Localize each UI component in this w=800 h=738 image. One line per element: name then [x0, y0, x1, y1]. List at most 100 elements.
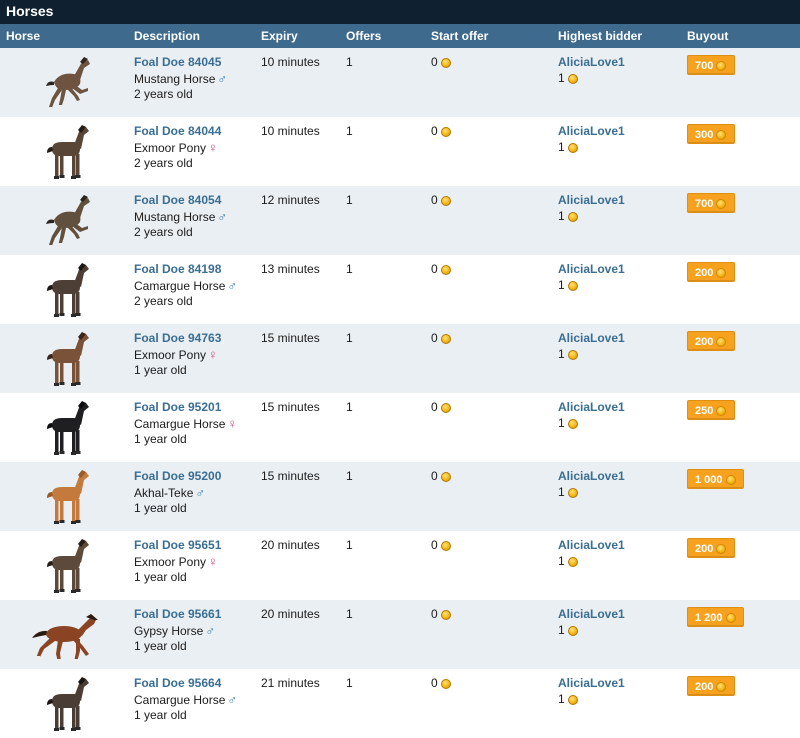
breed-label: Mustang Horse	[134, 71, 216, 86]
description-cell: Foal Doe 84198 Camargue Horse ♂ 2 years o…	[134, 262, 237, 310]
age-label: 1 year old	[134, 432, 187, 446]
horse-icon	[47, 539, 89, 593]
bidder-name-link[interactable]: AliciaLove1	[558, 469, 625, 483]
coin-icon	[567, 73, 578, 84]
horse-image[interactable]	[28, 190, 108, 252]
start-offer-cell: 0	[431, 55, 451, 69]
bid-amount: 1	[558, 553, 565, 568]
description-cell: Foal Doe 95200 Akhal-Teke ♂ 1 year old	[134, 469, 221, 517]
buyout-button[interactable]: 1 000	[687, 469, 744, 489]
start-offer-value: 0	[431, 331, 438, 345]
bidder-name-link[interactable]: AliciaLove1	[558, 55, 625, 69]
horse-name-link[interactable]: Foal Doe 95200	[134, 469, 221, 483]
highest-bidder-cell: AliciaLove1 1	[558, 262, 625, 293]
coin-icon	[440, 334, 451, 344]
horse-name-link[interactable]: Foal Doe 94763	[134, 331, 221, 345]
horse-name-link[interactable]: Foal Doe 95661	[134, 607, 221, 621]
horse-image[interactable]	[28, 673, 108, 735]
horse-name-link[interactable]: Foal Doe 95651	[134, 538, 221, 552]
highest-bidder-cell: AliciaLove1 1	[558, 124, 625, 155]
bid-amount: 1	[558, 70, 565, 85]
sex-icon: ♀	[208, 553, 218, 569]
buyout-button[interactable]: 200	[687, 331, 735, 351]
column-header-horse: Horse	[6, 29, 41, 43]
offers-count: 1	[346, 124, 353, 138]
bid-amount: 1	[558, 415, 565, 430]
horse-name-link[interactable]: Foal Doe 95201	[134, 400, 221, 414]
horse-name-link[interactable]: Foal Doe 84198	[134, 262, 221, 276]
coin-icon	[567, 142, 578, 153]
horse-name-link[interactable]: Foal Doe 84044	[134, 124, 221, 138]
buyout-button[interactable]: 200	[687, 262, 735, 282]
breed-label: Exmoor Pony	[134, 347, 207, 362]
buyout-price: 1 000	[695, 474, 723, 486]
bidder-name-link[interactable]: AliciaLove1	[558, 331, 625, 345]
buyout-button[interactable]: 1 200	[687, 607, 744, 627]
description-cell: Foal Doe 84045 Mustang Horse ♂ 2 years ol…	[134, 55, 227, 103]
coin-icon	[567, 556, 578, 567]
bidder-name-link[interactable]: AliciaLove1	[558, 262, 625, 276]
bidder-name-link[interactable]: AliciaLove1	[558, 676, 625, 690]
buyout-button[interactable]: 300	[687, 124, 735, 144]
buyout-button[interactable]: 700	[687, 55, 735, 75]
highest-bidder-cell: AliciaLove1 1	[558, 55, 625, 86]
horse-name-link[interactable]: Foal Doe 95664	[134, 676, 221, 690]
breed-label: Gypsy Horse	[134, 623, 204, 638]
bidder-name-link[interactable]: AliciaLove1	[558, 193, 625, 207]
horse-icon	[47, 470, 89, 524]
bid-amount: 1	[558, 346, 565, 361]
bid-amount: 1	[558, 691, 565, 706]
horse-image[interactable]	[28, 121, 108, 183]
age-label: 1 year old	[134, 363, 187, 377]
offers-count: 1	[346, 676, 353, 690]
bidder-name-link[interactable]: AliciaLove1	[558, 124, 625, 138]
horse-icon	[47, 332, 89, 386]
sex-icon: ♂	[217, 70, 228, 86]
horse-name-link[interactable]: Foal Doe 84045	[134, 55, 221, 69]
table-row: Foal Doe 95651 Exmoor Pony ♀ 1 year old 2…	[0, 531, 800, 600]
horse-name-link[interactable]: Foal Doe 84054	[134, 193, 221, 207]
age-label: 1 year old	[134, 570, 187, 584]
coin-icon	[440, 541, 451, 551]
offers-count: 1	[346, 538, 353, 552]
coin-icon	[567, 349, 578, 360]
start-offer-value: 0	[431, 55, 438, 69]
buyout-button[interactable]: 700	[687, 193, 735, 213]
horse-image[interactable]	[28, 52, 108, 114]
horse-image[interactable]	[28, 259, 108, 321]
horse-image[interactable]	[28, 535, 108, 597]
table-row: Foal Doe 95201 Camargue Horse ♀ 1 year ol…	[0, 393, 800, 462]
coin-icon	[716, 544, 727, 554]
table-header: Horse Description Expiry Offers Start of…	[0, 24, 800, 48]
coin-icon	[440, 610, 451, 620]
coin-icon	[716, 61, 727, 71]
coin-icon	[567, 487, 578, 498]
bidder-name-link[interactable]: AliciaLove1	[558, 607, 625, 621]
highest-bidder-cell: AliciaLove1 1	[558, 676, 625, 707]
coin-icon	[716, 199, 727, 209]
horse-image[interactable]	[28, 604, 108, 666]
buyout-price: 200	[695, 267, 714, 279]
buyout-button[interactable]: 200	[687, 676, 735, 696]
horse-image[interactable]	[28, 466, 108, 528]
coin-icon	[567, 418, 578, 429]
offers-count: 1	[346, 262, 353, 276]
horse-icon	[47, 401, 89, 455]
coin-icon	[725, 475, 736, 485]
buyout-button[interactable]: 250	[687, 400, 735, 420]
sex-icon: ♂	[227, 277, 238, 293]
expiry-value: 20 minutes	[261, 538, 320, 552]
buyout-button[interactable]: 200	[687, 538, 735, 558]
bid-amount: 1	[558, 622, 565, 637]
horse-image[interactable]	[28, 328, 108, 390]
horse-image[interactable]	[28, 397, 108, 459]
offers-count: 1	[346, 55, 353, 69]
bidder-name-link[interactable]: AliciaLove1	[558, 538, 625, 552]
sex-icon: ♂	[227, 691, 238, 707]
description-cell: Foal Doe 84044 Exmoor Pony ♀ 2 years old	[134, 124, 221, 172]
column-header-start-offer: Start offer	[431, 29, 489, 43]
age-label: 2 years old	[134, 156, 193, 170]
table-row: Foal Doe 95661 Gypsy Horse ♂ 1 year old 2…	[0, 600, 800, 669]
bidder-name-link[interactable]: AliciaLove1	[558, 400, 625, 414]
age-label: 2 years old	[134, 294, 193, 308]
